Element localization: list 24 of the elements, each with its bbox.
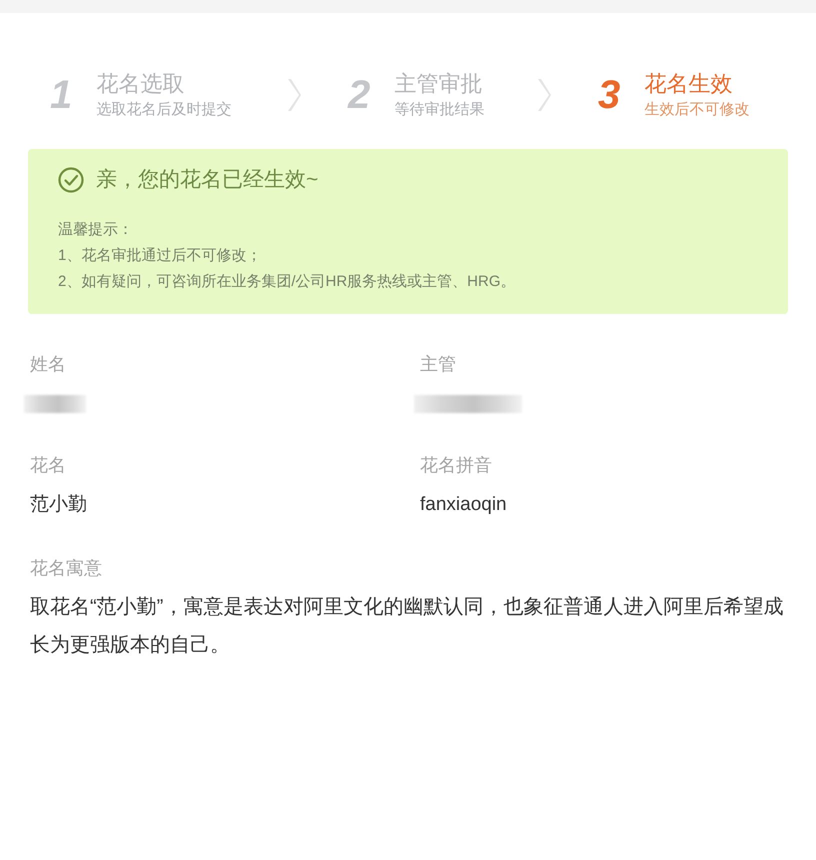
step-title: 花名生效 [644, 70, 732, 98]
field-label: 姓名 [30, 353, 66, 376]
field-value: 范小勤 [30, 493, 87, 517]
tip-text: 2、如有疑问，可咨询所在业务集团/公司HR服务热线或主管、HRG。 [58, 272, 516, 292]
field-label: 花名 [30, 454, 66, 477]
tip-text: 1、花名审批通过后不可修改； [58, 246, 262, 266]
step-title: 主管审批 [394, 70, 482, 98]
step-subtitle: 选取花名后及时提交 [96, 100, 232, 120]
step-subtitle: 等待审批结果 [394, 100, 484, 120]
check-circle-icon [58, 167, 84, 193]
step-number: 2 [348, 74, 370, 114]
chevron-right-icon [537, 78, 551, 112]
step-title: 花名选取 [96, 70, 184, 98]
tips-heading: 温馨提示： [58, 220, 133, 240]
field-label: 花名拼音 [420, 454, 492, 477]
step-number: 3 [598, 74, 620, 114]
chevron-right-icon [287, 78, 301, 112]
step-number: 1 [50, 74, 72, 114]
notice-title: 亲，您的花名已经生效~ [96, 167, 318, 193]
step-subtitle: 生效后不可修改 [644, 100, 750, 120]
field-label: 主管 [420, 353, 456, 376]
meaning-text: 取花名“范小勤”，寓意是表达对阿里文化的幽默认同，也象征普通人进入阿里后希望成长为更强版本的自己。 [30, 595, 784, 658]
meaning-label: 花名寓意 [30, 557, 102, 580]
field-value: fanxiaoqin [420, 493, 507, 517]
